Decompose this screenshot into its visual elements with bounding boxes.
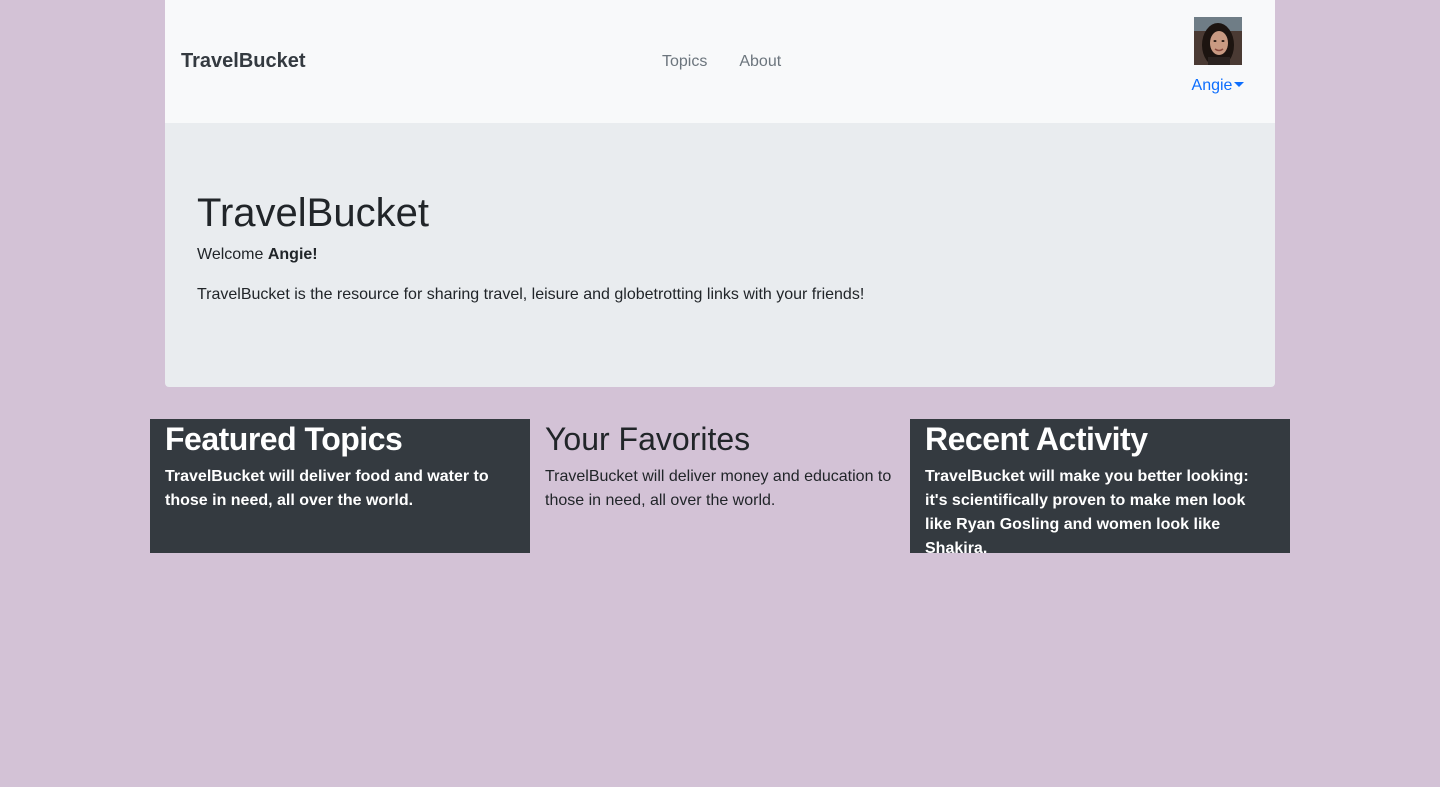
lead-text: TravelBucket is the resource for sharing…	[197, 286, 865, 303]
user-avatar-icon[interactable]	[1194, 17, 1242, 65]
navbar: TravelBucket Topics About Angie	[165, 0, 1275, 123]
caret-down-icon	[1234, 81, 1245, 87]
featured-topics-text: TravelBucket will deliver food and water…	[165, 468, 489, 509]
user-name: Angie	[1191, 77, 1233, 94]
user-menu: Angie	[1188, 17, 1248, 97]
featured-topics-card: Featured Topics TravelBucket will delive…	[150, 419, 530, 553]
nav-link-topics[interactable]: Topics	[646, 50, 723, 74]
welcome-prefix: Welcome	[197, 246, 268, 263]
welcome-name: Angie!	[267, 246, 318, 263]
nav-link-about[interactable]: About	[723, 50, 797, 74]
your-favorites-card: Your Favorites TravelBucket will deliver…	[530, 419, 910, 513]
page-title: TravelBucket	[197, 191, 429, 235]
jumbotron: TravelBucket Welcome Angie! TravelBucket…	[165, 123, 1275, 387]
welcome-message: Welcome Angie!	[197, 245, 318, 265]
brand-link[interactable]: TravelBucket	[181, 48, 306, 74]
featured-topics-title: Featured Topics	[165, 421, 403, 457]
recent-activity-title: Recent Activity	[925, 421, 1148, 457]
user-dropdown-toggle[interactable]: Angie	[1192, 75, 1245, 97]
nav-links: Topics About	[646, 50, 797, 74]
recent-activity-text: TravelBucket will make you better lookin…	[925, 468, 1249, 557]
your-favorites-text: TravelBucket will deliver money and educ…	[545, 468, 892, 509]
your-favorites-title: Your Favorites	[545, 421, 751, 457]
recent-activity-card: Recent Activity TravelBucket will make y…	[910, 419, 1290, 557]
